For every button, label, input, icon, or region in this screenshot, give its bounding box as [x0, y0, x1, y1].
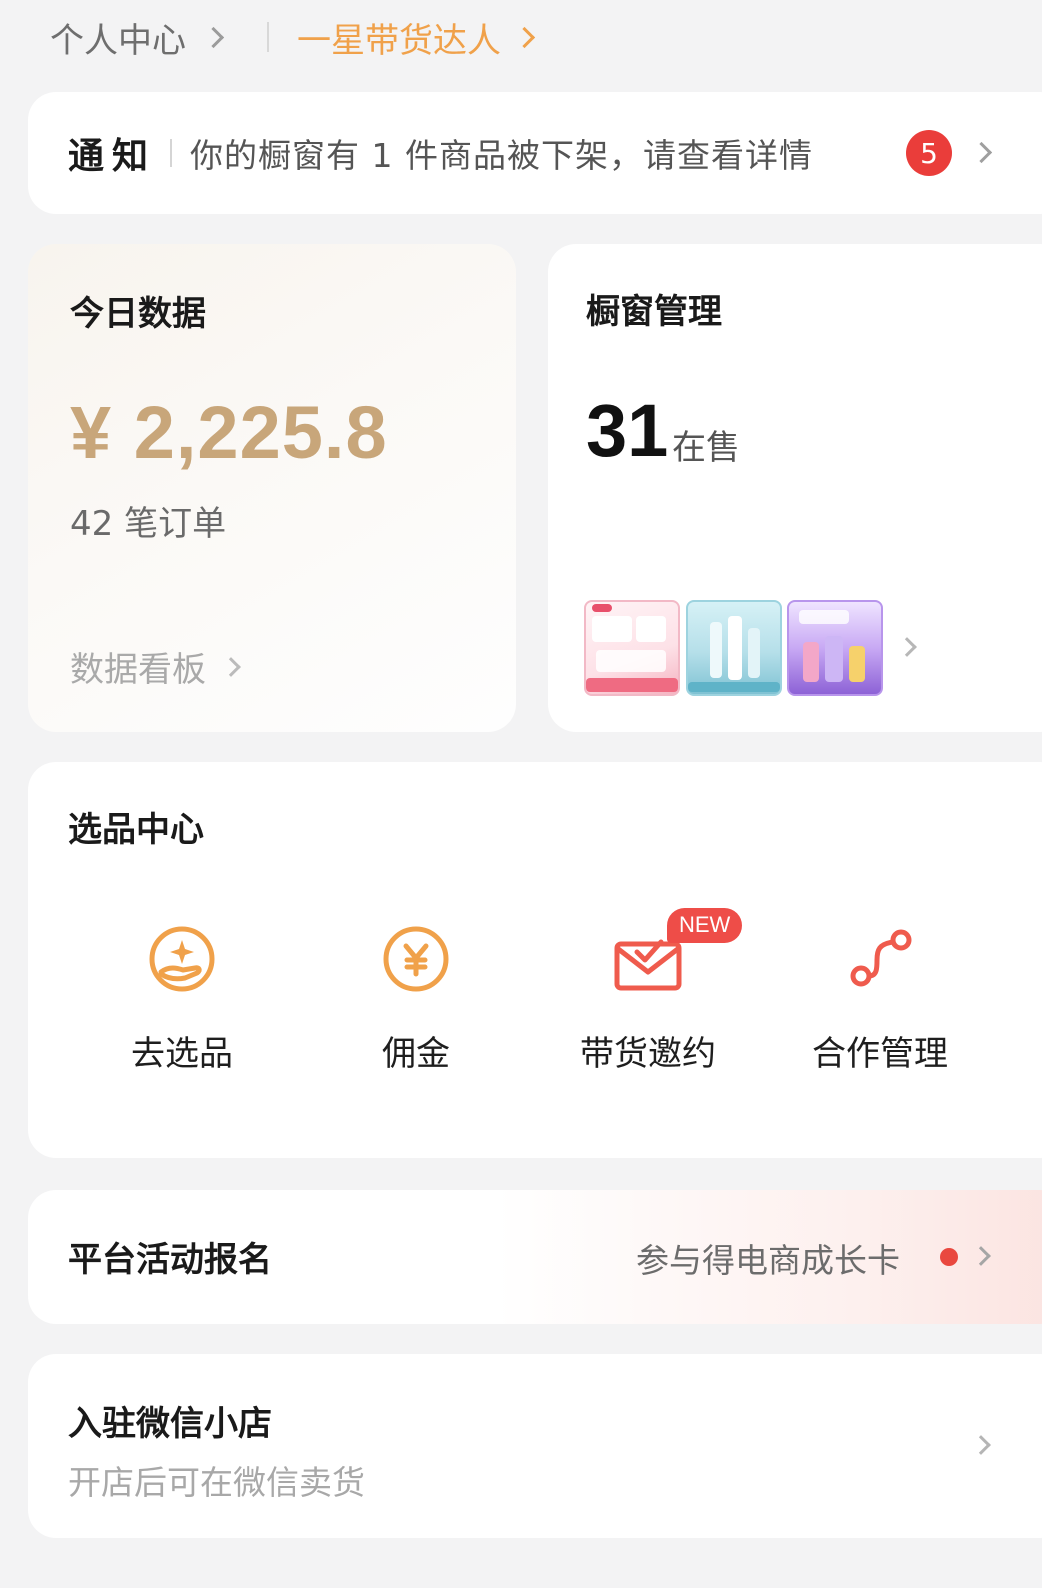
promotion-invitation-label: 带货邀约: [580, 1034, 716, 1074]
cooperation-management-button[interactable]: 合作管理: [770, 922, 990, 1075]
profile-center-link[interactable]: 个人中心: [50, 13, 225, 62]
on-sale-count: 31: [586, 389, 669, 472]
notice-tag: 通知: [68, 136, 157, 177]
profile-center-label: 个人中心: [50, 20, 186, 61]
product-thumbnail[interactable]: [787, 600, 883, 696]
creator-level-link[interactable]: 一星带货达人: [297, 13, 536, 62]
chevron-right-icon: [221, 656, 241, 677]
chevron-right-icon: [897, 637, 917, 657]
commission-label: 佣金: [382, 1034, 450, 1074]
platform-activity-title: 平台活动报名: [68, 1240, 272, 1280]
wechat-shop-card[interactable]: 入驻微信小店 开店后可在微信卖货: [28, 1354, 1042, 1538]
today-sales-amount: ¥ 2,225.8: [70, 391, 388, 474]
select-products-label: 去选品: [131, 1034, 233, 1074]
unread-count-badge: 5: [906, 130, 952, 176]
showcase-management-card[interactable]: 橱窗管理 31 在售: [548, 244, 1042, 732]
chevron-right-icon: [971, 1246, 991, 1266]
yuan-coin-icon: [379, 922, 453, 996]
chevron-right-icon: [971, 1435, 991, 1455]
chevron-right-icon: [513, 26, 536, 48]
hand-star-icon: [145, 922, 219, 996]
today-order-count: 42 笔订单: [70, 504, 227, 544]
divider: [170, 139, 173, 167]
cooperation-management-label: 合作管理: [812, 1034, 948, 1074]
red-dot-indicator: [940, 1248, 958, 1266]
select-products-button[interactable]: 去选品: [72, 922, 292, 1075]
today-data-title: 今日数据: [70, 294, 206, 334]
today-data-card[interactable]: 今日数据 ¥ 2,225.8 42 笔订单 数据看板: [28, 244, 516, 732]
chevron-right-icon: [970, 141, 993, 164]
notice-bar[interactable]: 通知 你的橱窗有 1 件商品被下架，请查看详情 5: [28, 92, 1042, 214]
creator-level-label: 一星带货达人: [297, 20, 501, 61]
route-nodes-icon: [843, 922, 917, 996]
selection-center-title: 选品中心: [68, 810, 204, 850]
product-thumbnail[interactable]: [584, 600, 680, 696]
new-badge: NEW: [667, 908, 743, 943]
showcase-title: 橱窗管理: [586, 292, 722, 332]
notice-message: 你的橱窗有 1 件商品被下架，请查看详情: [190, 136, 813, 175]
commission-button[interactable]: 佣金: [306, 922, 526, 1075]
data-board-label: 数据看板: [70, 650, 206, 690]
wechat-shop-subtitle: 开店后可在微信卖货: [68, 1463, 365, 1502]
activity-hint: 参与得电商成长卡: [636, 1241, 900, 1280]
platform-activity-card[interactable]: 平台活动报名 参与得电商成长卡: [28, 1190, 1042, 1324]
wechat-shop-title: 入驻微信小店: [68, 1404, 272, 1444]
divider: [267, 22, 269, 52]
data-board-link[interactable]: 数据看板: [70, 642, 241, 691]
top-bar: 个人中心 一星带货达人: [50, 10, 536, 64]
selection-center-card: 选品中心 去选品 佣金 NEW 带货邀约 合作管理: [28, 762, 1042, 1158]
product-thumbnail[interactable]: [686, 600, 782, 696]
on-sale-label: 在售: [672, 428, 740, 468]
promotion-invitation-button[interactable]: NEW 带货邀约: [538, 908, 758, 1075]
chevron-right-icon: [202, 26, 225, 48]
envelope-check-icon: NEW: [611, 908, 743, 996]
